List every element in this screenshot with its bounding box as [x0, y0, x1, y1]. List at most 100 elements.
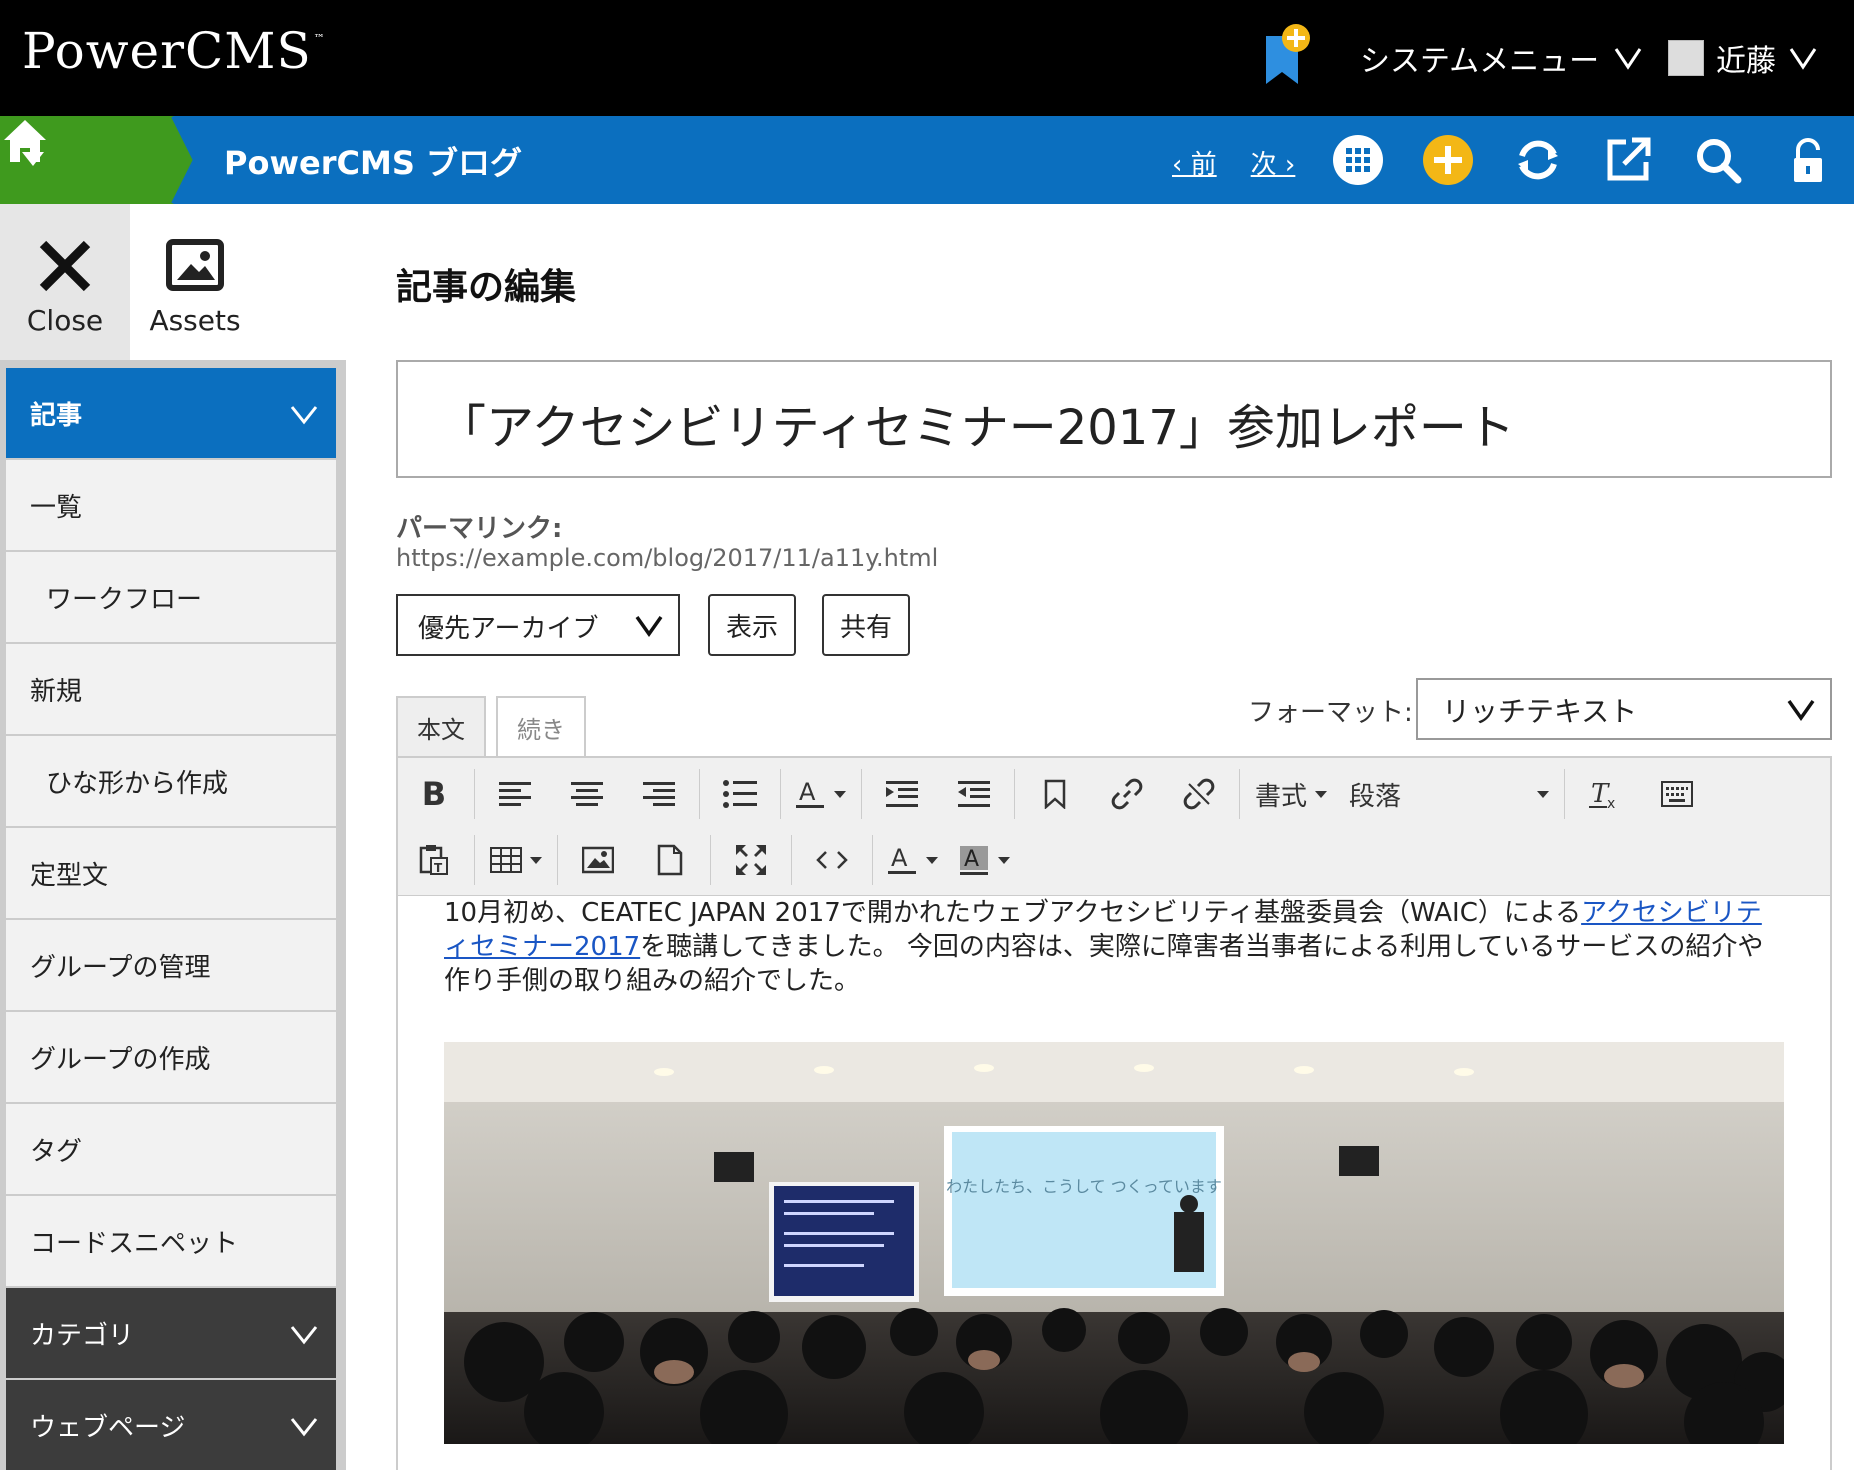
bookmark-add-icon[interactable]: [1262, 22, 1310, 88]
insert-image-button[interactable]: [573, 832, 623, 888]
permalink-label: パーマリンク:: [396, 514, 563, 544]
outdent-button[interactable]: [949, 766, 999, 822]
paste-icon: T: [419, 845, 448, 875]
file-icon: [657, 844, 683, 876]
bullet-list-button[interactable]: [715, 766, 765, 822]
fullscreen-button[interactable]: [726, 832, 776, 888]
table-button[interactable]: [490, 832, 542, 888]
sidebar-item-tags[interactable]: タグ: [6, 1104, 336, 1196]
background-color-button[interactable]: A: [960, 832, 1010, 888]
user-name: 近藤: [1716, 44, 1776, 79]
sidebar-item-group-manage[interactable]: グループの管理: [6, 920, 336, 1012]
toolbar-separator: [791, 835, 792, 885]
powercms-logo[interactable]: PowerCMS ™: [22, 22, 326, 80]
toolbar-separator: [872, 835, 873, 885]
unlink-button[interactable]: [1174, 766, 1224, 822]
archive-select-value: 優先アーカイブ: [418, 614, 599, 644]
block-format-value: 段落: [1349, 781, 1402, 812]
sidebar-item-categories[interactable]: カテゴリ: [6, 1288, 336, 1380]
sidebar-item-new[interactable]: 新規: [6, 644, 336, 736]
external-link-icon[interactable]: [1600, 132, 1656, 188]
next-link[interactable]: 次 ›: [1251, 144, 1296, 181]
grid-menu-icon[interactable]: [1330, 132, 1386, 188]
text-color-button[interactable]: A: [796, 766, 846, 822]
anchor-button[interactable]: [1030, 766, 1080, 822]
align-left-button[interactable]: [490, 766, 540, 822]
sidebar-item-workflow[interactable]: ワークフロー: [6, 552, 336, 644]
chevron-down-icon: [1789, 48, 1817, 70]
seminar-photo[interactable]: わたしたち、こうして つくっています: [444, 1042, 1784, 1444]
format-menu-button[interactable]: 書式: [1255, 766, 1328, 822]
sidebar-item-label: ひな形から作成: [46, 768, 229, 799]
code-button[interactable]: [807, 832, 857, 888]
insert-file-button[interactable]: [645, 832, 695, 888]
block-format-select[interactable]: 段落: [1349, 766, 1550, 822]
lock-icon[interactable]: [1780, 132, 1836, 188]
permalink-url[interactable]: https://example.com/blog/2017/11/a11y.ht…: [396, 544, 938, 572]
tab-extended[interactable]: 続き: [496, 696, 586, 756]
sidebar-item-list[interactable]: 一覧: [6, 460, 336, 552]
close-button[interactable]: Close: [0, 204, 130, 360]
clear-format-button[interactable]: Tx: [1580, 766, 1630, 822]
slide-text: わたしたち、こうして つくっています: [946, 1177, 1222, 1196]
refresh-icon[interactable]: [1510, 132, 1566, 188]
paste-text-button[interactable]: T: [409, 832, 459, 888]
background-color-icon: A: [960, 846, 988, 875]
source-view-button[interactable]: [1652, 766, 1702, 822]
toolbar-separator: [474, 769, 475, 819]
font-color-button[interactable]: A: [888, 832, 938, 888]
sidebar-item-label: コードスニペット: [30, 1228, 239, 1259]
format-select[interactable]: リッチテキスト: [1416, 678, 1832, 740]
sidebar-item-code-snippets[interactable]: コードスニペット: [6, 1196, 336, 1288]
sidebar-item-group-create[interactable]: グループの作成: [6, 1012, 336, 1104]
share-button[interactable]: 共有: [822, 594, 910, 656]
align-center-button[interactable]: [562, 766, 612, 822]
svg-text:T: T: [434, 861, 443, 875]
bold-button[interactable]: B: [409, 766, 459, 822]
close-icon: [39, 240, 91, 292]
chevron-down-icon: [290, 1326, 318, 1345]
sidebar-item-webpages[interactable]: ウェブページ: [6, 1380, 336, 1470]
user-menu[interactable]: 近藤: [1668, 36, 1818, 80]
view-button[interactable]: 表示: [708, 594, 796, 656]
caret-down-icon: [1315, 790, 1328, 798]
entry-title-input[interactable]: 「アクセシビリティセミナー2017」参加レポート: [396, 360, 1832, 478]
logo-text: PowerCMS: [22, 22, 312, 80]
content-text-rest: を聴講してきました。 今回の内容は、実際に障害者当事者による利用しているサービス…: [444, 932, 1764, 996]
insert-link-button[interactable]: [1102, 766, 1152, 822]
system-menu[interactable]: システムメニュー: [1360, 36, 1643, 80]
sidebar-item-boilerplate[interactable]: 定型文: [6, 828, 336, 920]
nav-icon-group: [1330, 132, 1836, 188]
image-icon: [582, 846, 614, 874]
editor-content[interactable]: 10月初め、CEATEC JAPAN 2017で開かれたウェブアクセシビリティ基…: [444, 896, 1784, 998]
sidebar-item-from-template[interactable]: ひな形から作成: [6, 736, 336, 828]
svg-text:A: A: [799, 778, 816, 806]
toolbar-separator: [710, 835, 711, 885]
caret-down-icon: [530, 856, 542, 864]
keyboard-icon: [1661, 781, 1694, 807]
sidebar-item-label: カテゴリ: [30, 1320, 135, 1351]
page-title: 記事の編集: [396, 267, 577, 308]
add-new-icon[interactable]: [1420, 132, 1476, 188]
assets-button[interactable]: Assets: [130, 204, 260, 360]
indent-button[interactable]: [877, 766, 927, 822]
preferred-archive-select[interactable]: 優先アーカイブ: [396, 594, 680, 656]
blog-title[interactable]: PowerCMS ブログ: [224, 138, 522, 184]
content-text-intro: 10月初め、CEATEC JAPAN 2017で開かれたウェブアクセシビリティ基…: [444, 898, 1582, 928]
sidebar-item-label: 定型文: [30, 860, 109, 891]
home-icon[interactable]: [0, 116, 50, 166]
unlink-icon: [1183, 778, 1215, 810]
top-header: PowerCMS ™ システムメニュー 近藤: [0, 0, 1854, 116]
logo-trademark: ™: [313, 32, 326, 45]
bookmark-icon: [1044, 779, 1066, 809]
code-icon: [816, 851, 848, 869]
search-icon[interactable]: [1690, 132, 1746, 188]
align-right-button[interactable]: [634, 766, 684, 822]
toolbar-separator: [1564, 769, 1566, 819]
tab-body[interactable]: 本文: [396, 696, 486, 756]
tools-panel: Close Assets: [0, 204, 348, 360]
sidebar-item-entries[interactable]: 記事: [6, 368, 336, 460]
toolbar-separator: [699, 769, 700, 819]
sidebar-item-label: タグ: [30, 1136, 83, 1167]
prev-link[interactable]: ‹ 前: [1172, 144, 1217, 181]
